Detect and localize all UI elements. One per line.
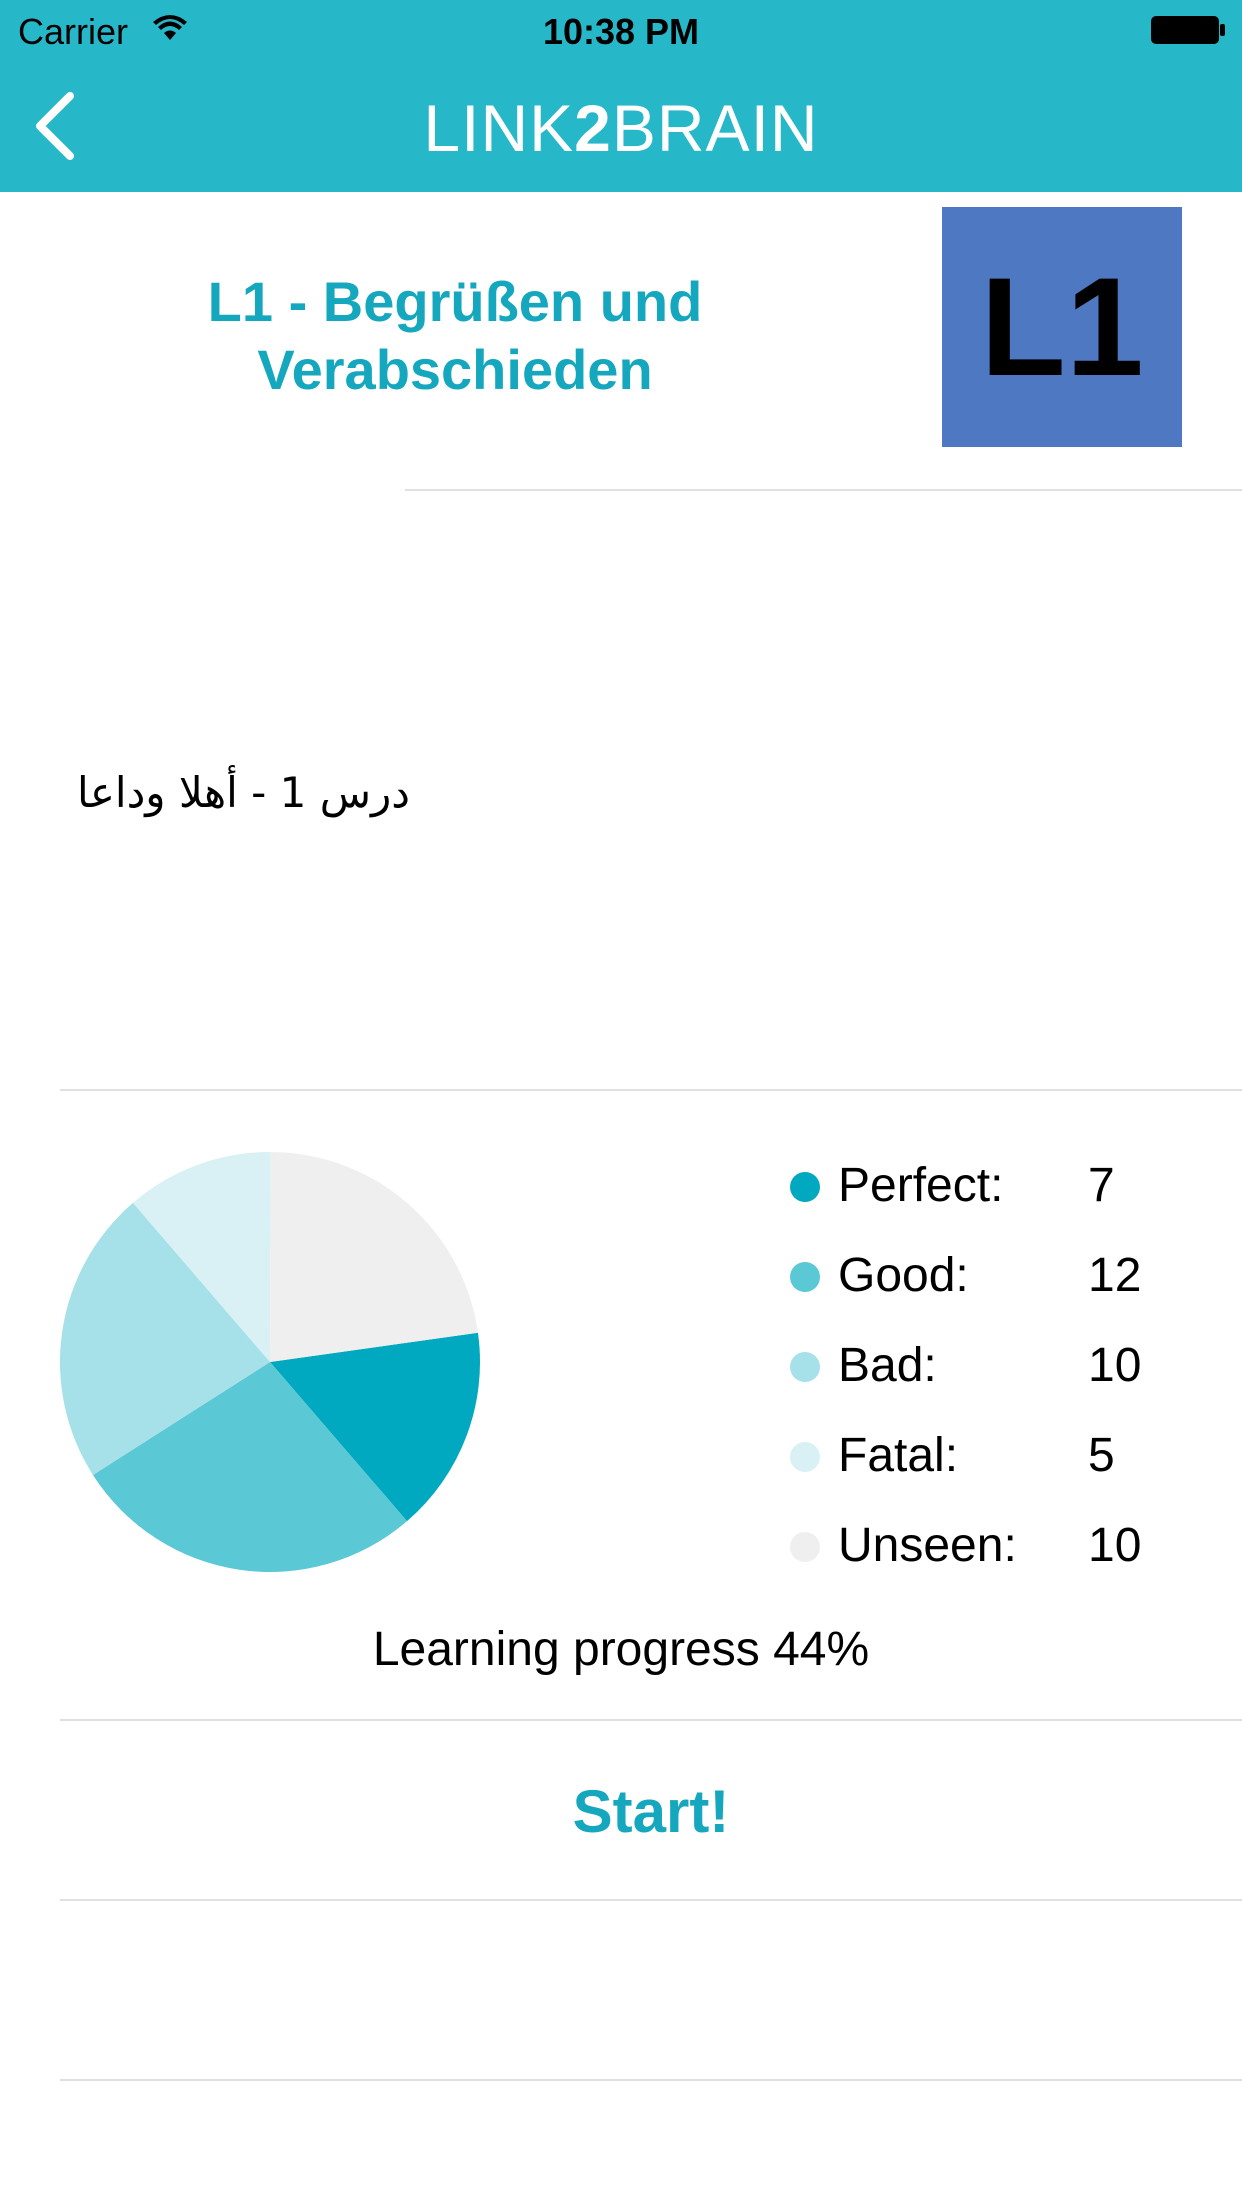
- legend-item-perfect: Perfect: 7: [790, 1150, 1190, 1240]
- lesson-badge: L1: [942, 207, 1182, 447]
- lesson-title: L1 - Begrüßen und Verabschieden: [40, 268, 870, 404]
- legend-dot: [790, 1262, 820, 1292]
- lesson-title-line1: L1 - Begrüßen und: [207, 270, 703, 333]
- legend-item-bad: Bad: 10: [790, 1330, 1190, 1420]
- battery-icon: [1151, 16, 1225, 44]
- legend-dot: [790, 1442, 820, 1472]
- logo-two: 2: [574, 91, 612, 165]
- progress-pie-chart: [60, 1152, 481, 1572]
- legend-item-fatal: Fatal: 5: [790, 1420, 1190, 1510]
- lesson-badge-label: L1: [980, 248, 1144, 405]
- legend-label: Bad:: [838, 1339, 937, 1392]
- divider: [60, 1719, 1242, 1721]
- divider: [60, 1899, 1242, 1901]
- logo-suffix: BRAIN: [611, 91, 819, 165]
- legend-value: 10: [1088, 1519, 1142, 1572]
- divider: [60, 1089, 1242, 1091]
- lesson-title-line2: Verabschieden: [257, 338, 653, 401]
- status-time: 10:38 PM: [542, 11, 700, 52]
- legend-value: 10: [1088, 1339, 1142, 1392]
- legend-item-good: Good: 12: [790, 1240, 1190, 1330]
- app-logo: LINK2BRAIN: [0, 90, 1242, 166]
- legend-label: Fatal:: [838, 1429, 959, 1482]
- divider: [405, 489, 1242, 491]
- lesson-translation: درس 1 - أهلا وداعا: [77, 768, 410, 817]
- start-button[interactable]: Start!: [60, 1722, 1242, 1900]
- legend-item-unseen: Unseen: 10: [790, 1510, 1190, 1600]
- legend-label: Good:: [838, 1249, 969, 1302]
- legend-label: Perfect:: [838, 1159, 1004, 1212]
- nav-bar: LINK2BRAIN: [0, 60, 1242, 192]
- status-bar: Carrier 10:38 PM: [0, 0, 1242, 60]
- pie-slice-unseen: [270, 1152, 478, 1362]
- chart-legend: Perfect: 7 Good: 12 Bad: 10 Fatal: 5 Uns…: [790, 1150, 1190, 1600]
- legend-value: 7: [1088, 1159, 1115, 1212]
- legend-dot: [790, 1172, 820, 1202]
- legend-value: 12: [1088, 1249, 1142, 1302]
- logo-prefix: LINK: [423, 91, 575, 165]
- legend-value: 5: [1088, 1429, 1115, 1482]
- legend-dot: [790, 1352, 820, 1382]
- divider: [60, 2079, 1242, 2081]
- learning-progress-text: Learning progress 44%: [372, 1623, 870, 1676]
- legend-label: Unseen:: [838, 1519, 1017, 1572]
- legend-dot: [790, 1532, 820, 1562]
